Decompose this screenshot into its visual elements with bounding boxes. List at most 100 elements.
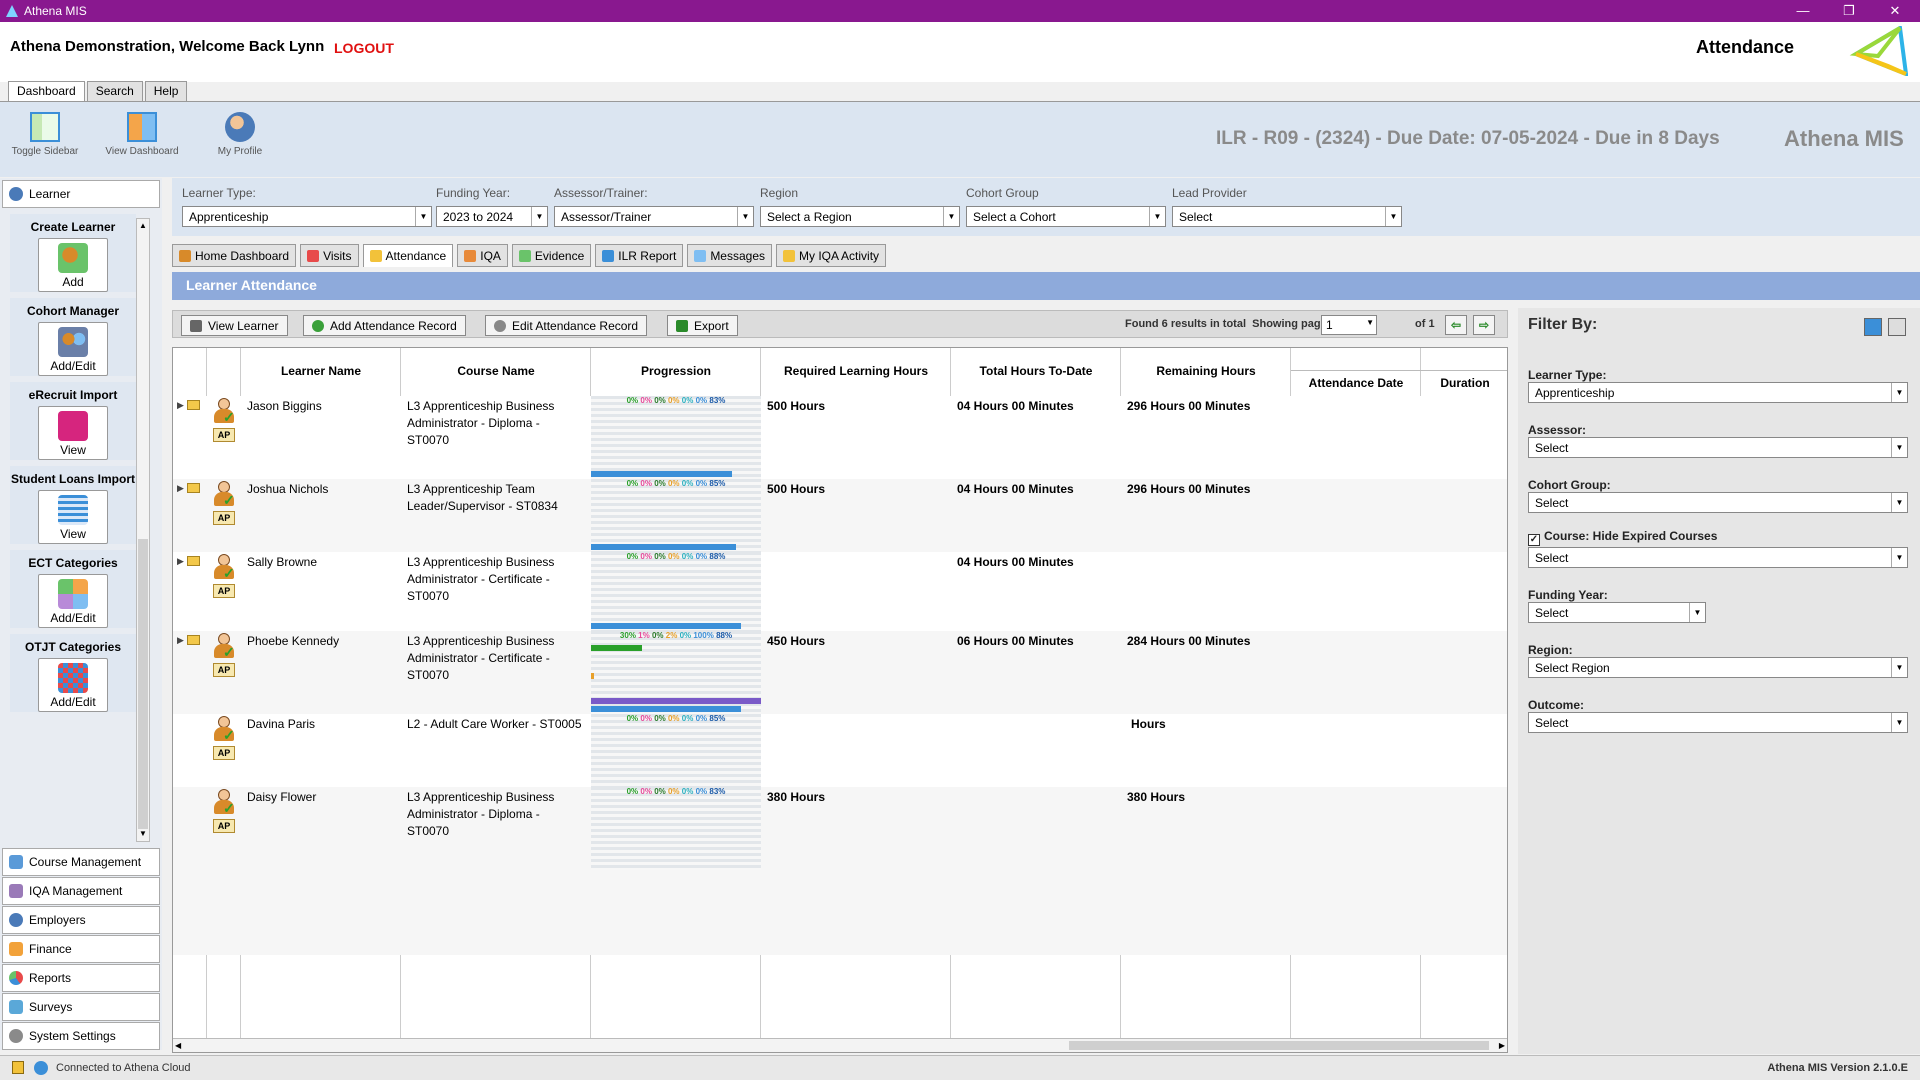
table-row[interactable]: ✓ AP Davina Paris L2 - Adult Care Worker - … [173, 714, 1507, 787]
progression-value: 0% [681, 787, 694, 796]
trash-icon[interactable] [1888, 318, 1906, 336]
learner-name[interactable]: Davina Paris [247, 716, 397, 733]
required-hours: 500 Hours [767, 482, 826, 496]
edit-attendance-record-button[interactable]: Edit Attendance Record [485, 315, 648, 336]
add-attendance-record-button[interactable]: Add Attendance Record [303, 315, 466, 336]
sidebar-section-reports[interactable]: Reports [2, 964, 160, 992]
table-row[interactable]: ✓ AP Daisy Flower L3 Apprenticeship Busines… [173, 787, 1507, 870]
expand-arrow-icon[interactable]: ▶ [177, 483, 184, 494]
col-header-duration[interactable]: Duration [1421, 376, 1507, 390]
horizontal-scrollbar[interactable]: ◀ ▶ [173, 1038, 1507, 1052]
table-row[interactable]: ▶ ✓ AP Jason Biggins L3 Apprenticeship Busin… [173, 396, 1507, 479]
rp-cohort-select[interactable]: Select ▼ [1528, 492, 1908, 513]
rp-funding-year-select[interactable]: Select ▼ [1528, 602, 1706, 623]
assessor-select[interactable]: Assessor/Trainer ▼ [554, 206, 754, 227]
course-line: ST0070 [407, 589, 450, 603]
cohort-manager-button[interactable]: Add/Edit [38, 322, 108, 376]
col-header-attendance-date[interactable]: Attendance Date [1291, 376, 1421, 390]
course-line: L3 Apprenticeship Business [407, 634, 555, 648]
view-dashboard-button[interactable]: View Dashboard [104, 112, 180, 157]
course-line: L3 Apprenticeship Team [407, 482, 535, 496]
region-select[interactable]: Select a Region ▼ [760, 206, 960, 227]
select-value: Select [1535, 716, 1569, 730]
export-button[interactable]: Export [667, 315, 738, 336]
sidebar-section-employers[interactable]: Employers [2, 906, 160, 934]
expand-arrow-icon[interactable]: ▶ [177, 556, 184, 567]
expand-arrow-icon[interactable]: ▶ [177, 635, 184, 646]
tab-visits[interactable]: Visits [300, 244, 359, 267]
expand-arrow-icon[interactable]: ▶ [177, 400, 184, 411]
sidebar-section-learner[interactable]: Learner [2, 180, 160, 208]
folder-icon[interactable] [187, 556, 200, 566]
rp-outcome-select[interactable]: Select ▼ [1528, 712, 1908, 733]
menu-tab-search[interactable]: Search [86, 81, 143, 101]
tab-home-dashboard[interactable]: Home Dashboard [172, 244, 297, 267]
scroll-left-arrow[interactable]: ◀ [175, 1039, 181, 1052]
scroll-right-arrow[interactable]: ▶ [1499, 1039, 1505, 1052]
erecruit-view-button[interactable]: View [38, 406, 108, 460]
table-row[interactable]: ▶ ✓ AP Phoebe Kennedy L3 Apprenticeship Busi… [173, 631, 1507, 714]
my-profile-button[interactable]: My Profile [210, 112, 270, 157]
scroll-thumb[interactable] [138, 539, 148, 829]
progression-value: 0% [654, 396, 666, 405]
ect-categories-button[interactable]: Add/Edit [38, 574, 108, 628]
col-header-remaining-hours[interactable]: Remaining Hours [1121, 364, 1291, 378]
next-page-button[interactable]: ⇨ [1473, 315, 1495, 335]
sidebar-scrollbar[interactable]: ▲ ▼ [136, 218, 150, 842]
table-row[interactable]: ▶ ✓ AP Sally Browne L3 Apprenticeship Busine… [173, 552, 1507, 631]
menu-tab-dashboard[interactable]: Dashboard [8, 81, 85, 101]
rp-course-select[interactable]: Select ▼ [1528, 547, 1908, 568]
col-header-course-name[interactable]: Course Name [401, 364, 591, 378]
sidebar-section-surveys[interactable]: Surveys [2, 993, 160, 1021]
folder-icon[interactable] [187, 635, 200, 645]
prev-page-button[interactable]: ⇦ [1445, 315, 1467, 335]
logout-link[interactable]: LOGOUT [334, 40, 394, 56]
toolbar: Toggle Sidebar View Dashboard My Profile… [0, 101, 1920, 177]
sidebar-section-system-settings[interactable]: System Settings [2, 1022, 160, 1050]
cohort-select[interactable]: Select a Cohort ▼ [966, 206, 1166, 227]
tab-evidence[interactable]: Evidence [511, 244, 592, 267]
lead-provider-select[interactable]: Select ▼ [1172, 206, 1402, 227]
funding-year-select[interactable]: 2023 to 2024 ▼ [436, 206, 548, 227]
minimize-button[interactable]: — [1780, 0, 1826, 22]
rp-learner-type-select[interactable]: Apprenticeship ▼ [1528, 382, 1908, 403]
folder-icon[interactable] [187, 400, 200, 410]
rp-region-select[interactable]: Select Region ▼ [1528, 657, 1908, 678]
otjt-categories-button[interactable]: Add/Edit [38, 658, 108, 712]
table-row[interactable]: ▶ ✓ AP Joshua Nichols L3 Apprenticeship Team… [173, 479, 1507, 552]
close-button[interactable]: ✕ [1872, 0, 1918, 22]
learner-name[interactable]: Phoebe Kennedy [247, 633, 397, 650]
sidebar-section-finance[interactable]: Finance [2, 935, 160, 963]
tab-attendance[interactable]: Attendance [362, 244, 454, 267]
scroll-thumb[interactable] [1069, 1041, 1489, 1050]
sidebar-section-iqa-management[interactable]: IQA Management [2, 877, 160, 905]
toggle-sidebar-button[interactable]: Toggle Sidebar [10, 112, 80, 157]
scroll-up-arrow[interactable]: ▲ [137, 219, 149, 233]
col-header-required-hours[interactable]: Required Learning Hours [761, 364, 951, 378]
tab-ilr-report[interactable]: ILR Report [595, 244, 684, 267]
tab-messages[interactable]: Messages [687, 244, 773, 267]
menu-tab-help[interactable]: Help [144, 81, 188, 101]
learner-type-select[interactable]: Apprenticeship ▼ [182, 206, 432, 227]
refresh-icon[interactable] [1864, 318, 1882, 336]
rp-assessor-select[interactable]: Select ▼ [1528, 437, 1908, 458]
folder-icon[interactable] [187, 483, 200, 493]
col-header-total-hours[interactable]: Total Hours To-Date [951, 364, 1121, 378]
learner-name[interactable]: Sally Browne [247, 554, 397, 571]
tab-my-iqa-activity[interactable]: My IQA Activity [776, 244, 887, 267]
sidebar-section-course-management[interactable]: Course Management [2, 848, 160, 876]
hide-expired-checkbox[interactable]: ✓ [1528, 534, 1540, 546]
student-loans-view-button[interactable]: View [38, 490, 108, 544]
learner-name[interactable]: Jason Biggins [247, 398, 397, 415]
chevron-down-icon: ▼ [1891, 493, 1907, 512]
col-header-progression[interactable]: Progression [591, 364, 761, 378]
learner-name[interactable]: Joshua Nichols [247, 481, 397, 498]
tab-iqa[interactable]: IQA [457, 244, 508, 267]
col-header-learner-name[interactable]: Learner Name [241, 364, 401, 378]
scroll-down-arrow[interactable]: ▼ [137, 827, 149, 841]
view-learner-button[interactable]: View Learner [181, 315, 288, 336]
add-learner-button[interactable]: Add [38, 238, 108, 292]
learner-name[interactable]: Daisy Flower [247, 789, 397, 806]
page-select[interactable]: 1 ▼ [1321, 315, 1377, 335]
restore-button[interactable]: ❐ [1826, 0, 1872, 22]
